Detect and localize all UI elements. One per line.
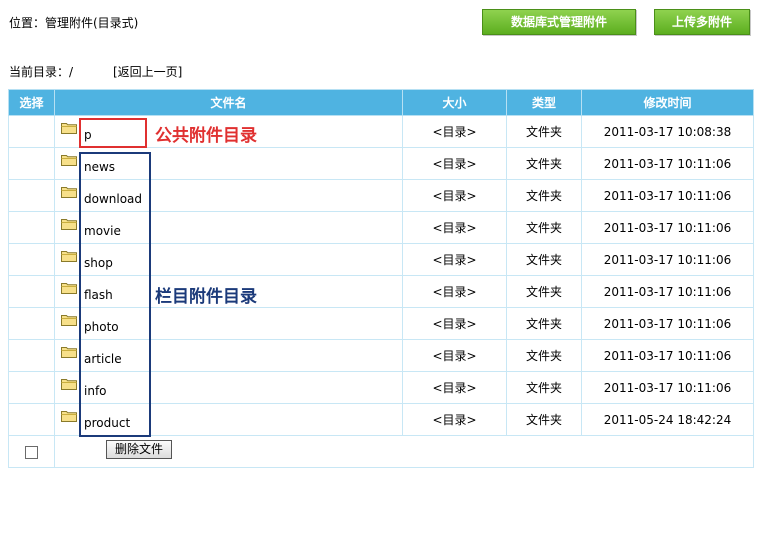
select-cell xyxy=(8,179,55,212)
column-dir-annotation: 栏目附件目录 xyxy=(155,287,257,307)
size-cell: <目录> xyxy=(402,275,507,308)
modified-cell: 2011-05-24 18:42:24 xyxy=(581,403,754,436)
col-header-type[interactable]: 类型 xyxy=(506,89,582,116)
size-cell: <目录> xyxy=(402,307,507,340)
type-cell: 文件夹 xyxy=(506,147,582,180)
select-cell xyxy=(8,115,55,148)
col-header-select: 选择 xyxy=(8,89,55,116)
folder-icon xyxy=(61,347,77,358)
modified-cell: 2011-03-17 10:11:06 xyxy=(581,371,754,404)
type-cell: 文件夹 xyxy=(506,243,582,276)
select-cell xyxy=(8,211,55,244)
table-footer-row: 删除文件 xyxy=(8,435,754,468)
size-cell: <目录> xyxy=(402,339,507,372)
folder-icon xyxy=(61,251,77,262)
select-cell xyxy=(8,147,55,180)
col-header-modified[interactable]: 修改时间 xyxy=(581,89,754,116)
size-cell: <目录> xyxy=(402,211,507,244)
folder-icon xyxy=(61,187,77,198)
folder-icon xyxy=(61,283,77,294)
current-directory-label: 当前目录：/ xyxy=(9,65,74,79)
size-cell: <目录> xyxy=(402,371,507,404)
size-cell: <目录> xyxy=(402,243,507,276)
modified-cell: 2011-03-17 10:11:06 xyxy=(581,307,754,340)
select-cell xyxy=(8,339,55,372)
size-cell: <目录> xyxy=(402,147,507,180)
type-cell: 文件夹 xyxy=(506,307,582,340)
type-cell: 文件夹 xyxy=(506,115,582,148)
modified-cell: 2011-03-17 10:11:06 xyxy=(581,275,754,308)
folder-icon xyxy=(61,123,77,134)
size-cell: <目录> xyxy=(402,403,507,436)
folder-icon xyxy=(61,219,77,230)
size-cell: <目录> xyxy=(402,179,507,212)
table-header-row: 选择 文件名 大小 类型 修改时间 xyxy=(8,89,754,116)
upload-multiple-button[interactable]: 上传多附件 xyxy=(654,9,750,35)
folder-icon xyxy=(61,379,77,390)
select-all-cell xyxy=(8,435,55,468)
back-link[interactable]: [返回上一页] xyxy=(113,63,182,80)
folder-icon xyxy=(61,315,77,326)
select-cell xyxy=(8,243,55,276)
select-cell xyxy=(8,275,55,308)
modified-cell: 2011-03-17 10:11:06 xyxy=(581,179,754,212)
public-dir-annotation: 公共附件目录 xyxy=(155,126,257,146)
type-cell: 文件夹 xyxy=(506,211,582,244)
location-breadcrumb: 位置：管理附件(目录式) xyxy=(9,16,139,30)
select-cell xyxy=(8,371,55,404)
public-dir-highlight xyxy=(79,118,147,148)
footer-actions: 删除文件 xyxy=(54,435,754,468)
modified-cell: 2011-03-17 10:11:06 xyxy=(581,147,754,180)
type-cell: 文件夹 xyxy=(506,371,582,404)
current-directory: 当前目录：/ [返回上一页] xyxy=(9,63,182,80)
folder-icon xyxy=(61,411,77,422)
delete-files-button[interactable]: 删除文件 xyxy=(106,440,173,459)
select-cell xyxy=(8,403,55,436)
select-all-checkbox[interactable] xyxy=(25,445,38,459)
modified-cell: 2011-03-17 10:11:06 xyxy=(581,211,754,244)
type-cell: 文件夹 xyxy=(506,403,582,436)
modified-cell: 2011-03-17 10:11:06 xyxy=(581,243,754,276)
type-cell: 文件夹 xyxy=(506,339,582,372)
type-cell: 文件夹 xyxy=(506,179,582,212)
folder-icon xyxy=(61,155,77,166)
modified-cell: 2011-03-17 10:08:38 xyxy=(581,115,754,148)
col-header-size[interactable]: 大小 xyxy=(402,89,507,116)
col-header-filename[interactable]: 文件名 xyxy=(54,89,403,116)
size-cell: <目录> xyxy=(402,115,507,148)
db-manage-button[interactable]: 数据库式管理附件 xyxy=(482,9,636,35)
select-cell xyxy=(8,307,55,340)
column-dir-highlight xyxy=(79,152,151,437)
modified-cell: 2011-03-17 10:11:06 xyxy=(581,339,754,372)
type-cell: 文件夹 xyxy=(506,275,582,308)
